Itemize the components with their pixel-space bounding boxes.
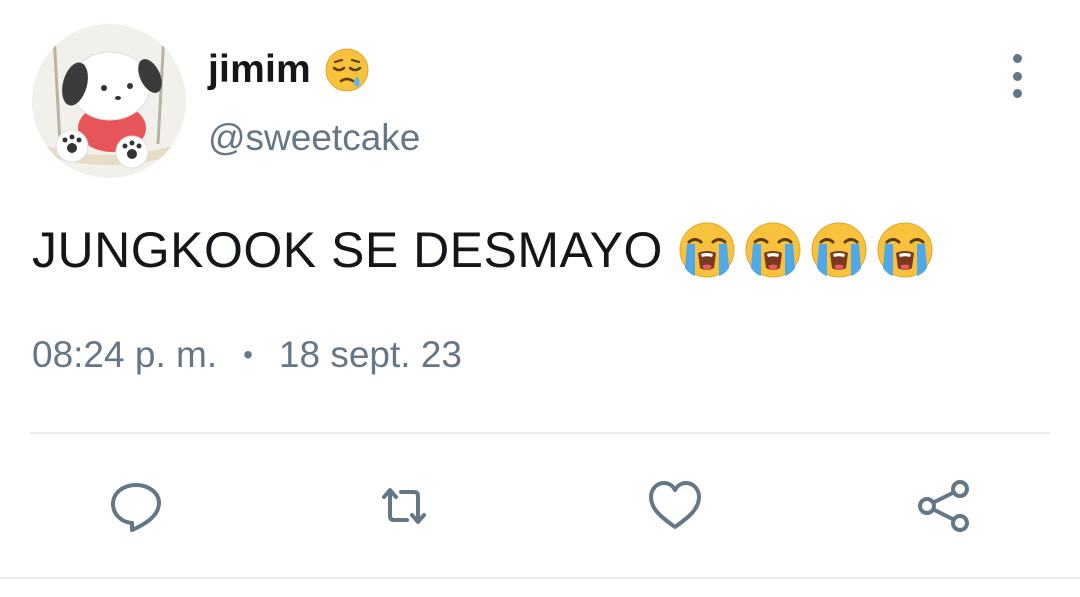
like-button[interactable] (645, 476, 705, 536)
share-button[interactable] (914, 476, 974, 536)
tweet-timestamp: 08:24 p. m. • 18 sept. 23 (32, 334, 462, 376)
tweet-time[interactable]: 08:24 p. m. (32, 334, 217, 376)
tweet-card: jimim @sweetcake JUNGKOOK SE DESMAYO 08:… (0, 0, 1080, 597)
user-handle[interactable]: @sweetcake (208, 117, 420, 159)
divider (30, 432, 1050, 434)
loudly-crying-face-emoji-icon (679, 222, 735, 278)
tweet-emoji-group (677, 220, 941, 280)
reply-button[interactable] (106, 476, 166, 536)
meta-separator: • (243, 339, 253, 370)
sleepy-face-emoji-icon (325, 48, 369, 92)
dot (1012, 71, 1022, 81)
action-bar (0, 476, 1080, 536)
dot (1012, 54, 1022, 63)
bottom-divider (0, 577, 1080, 579)
loudly-crying-face-emoji-icon (811, 222, 867, 278)
tweet-body: JUNGKOOK SE DESMAYO (32, 215, 941, 285)
loudly-crying-face-emoji-icon (877, 222, 933, 278)
avatar[interactable] (32, 24, 186, 178)
reply-icon (111, 483, 161, 532)
loudly-crying-face-emoji-icon (745, 222, 801, 278)
retweet-icon (382, 488, 426, 524)
tweet-date[interactable]: 18 sept. 23 (279, 334, 462, 376)
tweet-text: JUNGKOOK SE DESMAYO (32, 222, 663, 278)
more-options-icon[interactable] (1002, 54, 1032, 98)
heart-icon (649, 481, 701, 529)
retweet-button[interactable] (374, 476, 434, 536)
avatar-image (32, 24, 186, 178)
author-name-row: jimim (208, 44, 371, 96)
display-name[interactable]: jimim (208, 48, 311, 92)
dot (1012, 89, 1022, 98)
share-icon (918, 480, 969, 532)
